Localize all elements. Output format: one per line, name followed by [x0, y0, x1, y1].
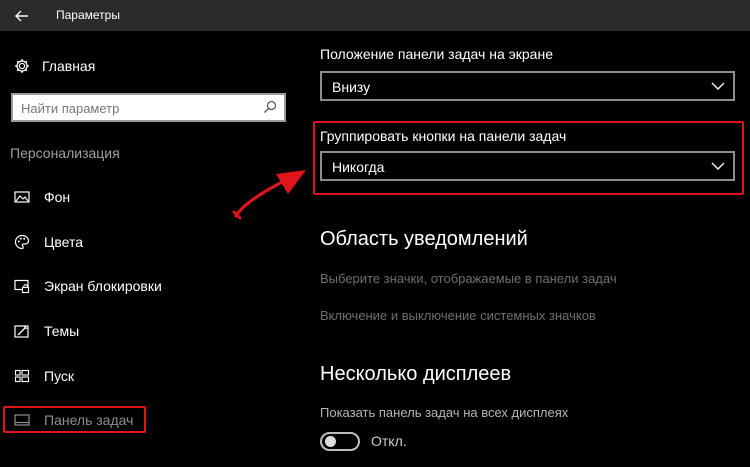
themes-icon — [14, 325, 29, 338]
lock-screen-icon — [14, 279, 30, 294]
chevron-down-icon — [711, 82, 725, 90]
displays-label: Показать панель задач на всех дисплеях — [320, 405, 569, 420]
displays-toggle-state: Откл. — [371, 433, 407, 449]
sidebar-home-label: Главная — [42, 58, 96, 74]
system-icons-link[interactable]: Включение и выключение системных значков — [320, 308, 596, 323]
position-dropdown[interactable]: Внизу — [320, 71, 735, 101]
gear-icon — [15, 59, 29, 73]
annotation-arrow-icon — [232, 170, 306, 220]
active-item-highlight — [3, 406, 146, 433]
sidebar-item-label: Фон — [44, 189, 71, 205]
group-label: Группировать кнопки на панели задач — [320, 128, 567, 144]
sidebar-item-label: Темы — [44, 323, 80, 339]
displays-toggle[interactable] — [320, 432, 360, 451]
group-dropdown-value: Никогда — [332, 159, 385, 175]
start-icon — [14, 369, 30, 383]
palette-icon — [14, 234, 30, 250]
sidebar-item-label: Цвета — [44, 234, 83, 250]
section-label: Персонализация — [10, 145, 120, 161]
sidebar: Главная Персонализация Фон Цвета Эк — [0, 31, 300, 467]
toggle-knob — [325, 436, 336, 447]
notifications-icons-link[interactable]: Выберите значки, отображаемые в панели з… — [320, 271, 617, 286]
title-bar: Параметры — [0, 0, 750, 31]
position-dropdown-value: Внизу — [332, 79, 371, 95]
search-box[interactable] — [11, 93, 286, 122]
sidebar-item-colors[interactable]: Цвета — [14, 231, 83, 253]
arrow-left-icon — [15, 10, 28, 21]
sidebar-item-label: Экран блокировки — [44, 278, 162, 294]
sidebar-item-start[interactable]: Пуск — [14, 365, 74, 387]
picture-icon — [14, 191, 30, 203]
sidebar-item-lock-screen[interactable]: Экран блокировки — [14, 275, 162, 297]
search-icon — [264, 100, 277, 113]
sidebar-item-themes[interactable]: Темы — [14, 320, 79, 342]
chevron-down-icon — [711, 162, 725, 170]
back-button[interactable] — [0, 0, 44, 31]
notifications-heading: Область уведомлений — [320, 228, 528, 250]
sidebar-item-background[interactable]: Фон — [14, 186, 70, 208]
displays-heading: Несколько дисплеев — [320, 363, 512, 385]
search-input[interactable] — [21, 99, 251, 117]
sidebar-home[interactable]: Главная — [14, 56, 95, 76]
window-title: Параметры — [56, 8, 120, 22]
sidebar-item-label: Пуск — [44, 368, 75, 384]
position-label: Положение панели задач на экране — [320, 46, 553, 62]
main-content: Положение панели задач на экране Внизу Г… — [300, 31, 750, 467]
group-dropdown[interactable]: Никогда — [320, 151, 735, 181]
